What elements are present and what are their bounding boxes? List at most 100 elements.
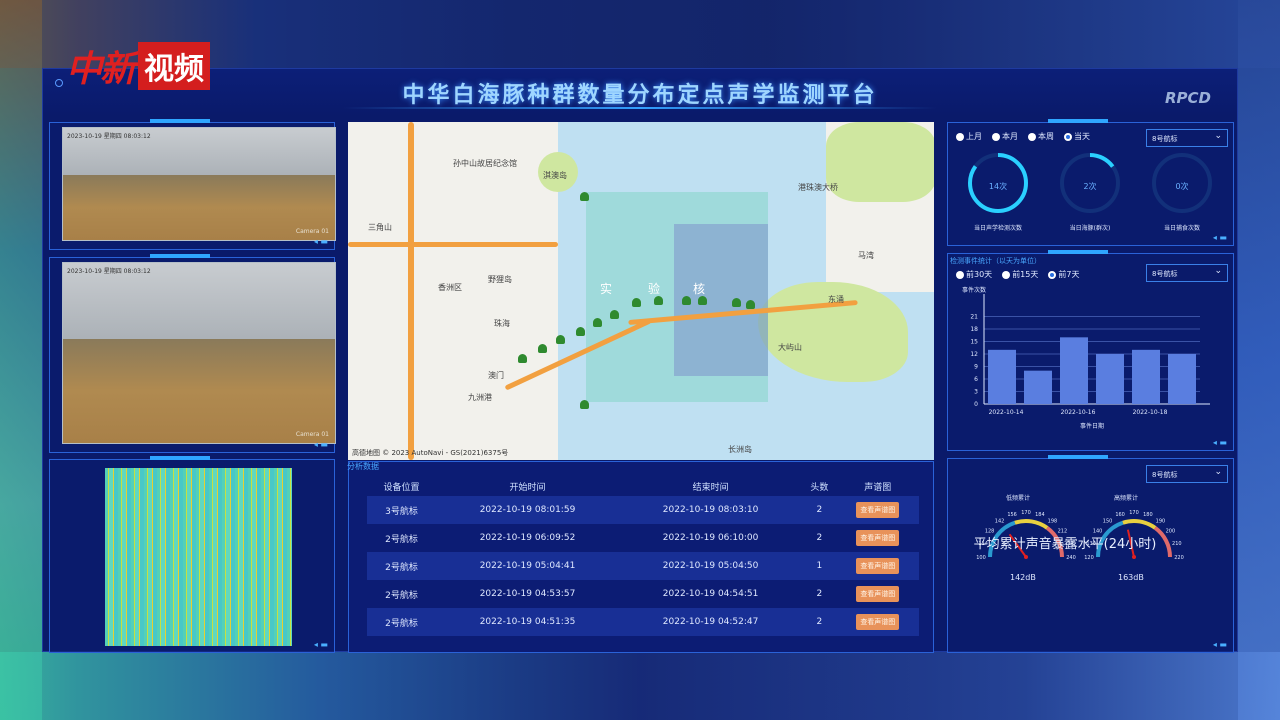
radio-15-days[interactable]: 前15天 bbox=[1002, 269, 1038, 280]
table-cell: 2 bbox=[802, 608, 837, 636]
hydrophone-marker[interactable] bbox=[580, 192, 589, 201]
map-zone-label: 核 bbox=[693, 282, 706, 296]
bar[interactable] bbox=[1060, 337, 1088, 404]
column-header: 声谱图 bbox=[864, 482, 892, 493]
events-table-panel: 分析数据 设备位置 开始时间 结束时间 头数 声谱图 3号航标 2022-10-… bbox=[347, 461, 934, 653]
panel-tab bbox=[150, 456, 210, 460]
radio-today[interactable]: 当天 bbox=[1064, 131, 1090, 142]
map-label: 淇澳岛 bbox=[543, 171, 567, 180]
camera-caption: 2023-10-19 星期四 08:03:12 bbox=[67, 268, 151, 275]
radio-this-month[interactable]: 本月 bbox=[992, 131, 1018, 142]
panel-tab bbox=[150, 254, 210, 258]
panel-tab bbox=[1048, 250, 1108, 254]
hydrophone-marker[interactable] bbox=[593, 318, 602, 327]
dashboard-screen: 中华白海豚种群数量分布定点声学监测平台 RPCD 2023-10-19 星期四 … bbox=[42, 68, 1238, 653]
hydrophone-marker[interactable] bbox=[576, 327, 585, 336]
view-spectrogram-button[interactable]: 查看声谱图 bbox=[856, 558, 900, 574]
range-radio-group: 前30天 前15天 前7天 bbox=[956, 269, 1079, 280]
hydrophone-marker[interactable] bbox=[518, 354, 527, 363]
events-bar-chart: 事件次数 0 3 6 9 12 15 18 21 2022-10-14 2022-10-16 2022… bbox=[962, 286, 1210, 430]
hydrophone-marker[interactable] bbox=[538, 344, 547, 353]
radio-circle-icon bbox=[956, 270, 964, 279]
ring-label: 当日声学检测次数 bbox=[973, 225, 1022, 232]
table-row: 2号航标 2022-10-19 04:53:57 2022-10-19 04:5… bbox=[367, 580, 919, 608]
y-tick-label: 21 bbox=[970, 314, 978, 321]
hydrophone-marker[interactable] bbox=[654, 296, 663, 305]
gauge-value: 142dB bbox=[1010, 573, 1036, 582]
hydrophone-marker[interactable] bbox=[732, 298, 741, 307]
gauge-value: 163dB bbox=[1118, 573, 1144, 582]
camera-feed-1[interactable]: 2023-10-19 星期四 08:03:12 Camera 01 bbox=[62, 127, 336, 241]
y-tick-label: 9 bbox=[974, 364, 978, 371]
map-road bbox=[408, 122, 414, 460]
table-cell: 2号航标 bbox=[367, 608, 436, 636]
view-spectrogram-button[interactable]: 查看声谱图 bbox=[856, 614, 900, 630]
x-tick-label: 2022-10-18 bbox=[1133, 409, 1168, 416]
logo-red-text: 中新 bbox=[66, 49, 136, 90]
view-spectrogram-button[interactable]: 查看声谱图 bbox=[856, 502, 900, 518]
ring-value: 0次 bbox=[1175, 182, 1189, 191]
panel-tab bbox=[150, 119, 210, 123]
bar[interactable] bbox=[988, 349, 1016, 404]
gauge-arc bbox=[1122, 519, 1157, 530]
radio-last-month[interactable]: 上月 bbox=[956, 131, 982, 142]
hydrophone-marker[interactable] bbox=[632, 298, 641, 307]
radio-circle-icon bbox=[956, 132, 964, 141]
map-credit: 高德地图 © 2023 AutoNavi - GS(2021)6375号 bbox=[352, 449, 509, 457]
camera-feed-2[interactable]: 2023-10-19 星期四 08:03:12 Camera 01 bbox=[62, 262, 336, 444]
hydrophone-marker[interactable] bbox=[682, 296, 691, 305]
map-green-area bbox=[826, 122, 934, 202]
table-cell: 2022-10-19 04:54:51 bbox=[662, 589, 759, 599]
map-label: 珠海 bbox=[494, 319, 510, 328]
hydrophone-marker[interactable] bbox=[556, 335, 565, 344]
gauge-tick-label: 160 bbox=[1115, 512, 1125, 518]
events-table: 设备位置 开始时间 结束时间 头数 声谱图 3号航标 2022-10-19 08… bbox=[367, 476, 919, 636]
gauge-tick-label: 142 bbox=[995, 519, 1005, 525]
panel-footer-icon: ◂ ▬ bbox=[313, 640, 328, 649]
background-blur-right bbox=[1238, 0, 1280, 720]
column-header: 设备位置 bbox=[383, 482, 420, 493]
table-row: 3号航标 2022-10-19 08:01:59 2022-10-19 08:0… bbox=[367, 496, 919, 524]
view-spectrogram-button[interactable]: 查看声谱图 bbox=[856, 530, 900, 546]
device-select[interactable]: 8号航标 bbox=[1146, 129, 1228, 147]
table-cell: 3号航标 bbox=[367, 496, 436, 524]
period-radio-group: 上月 本月 本周 当天 bbox=[956, 131, 1090, 142]
logo-box-text: 视频 bbox=[138, 42, 211, 90]
spectrogram-image[interactable] bbox=[105, 468, 292, 646]
hydrophone-marker[interactable] bbox=[746, 300, 755, 309]
gauges-panel: 8号航标 低频累计 高频累计 1001141281421561701841982… bbox=[947, 455, 1234, 653]
hydrophone-marker[interactable] bbox=[580, 400, 589, 409]
hydrophone-marker[interactable] bbox=[610, 310, 619, 319]
panel-footer-icon: ◂ ▬ bbox=[1212, 640, 1227, 649]
gauge-tick-label: 170 bbox=[1021, 510, 1031, 516]
bar[interactable] bbox=[1132, 349, 1160, 404]
map-label: 马湾 bbox=[858, 251, 874, 260]
gauge-hub bbox=[1024, 555, 1028, 559]
gauge-arc bbox=[1014, 519, 1049, 530]
radio-30-days[interactable]: 前30天 bbox=[956, 269, 992, 280]
radio-7-days[interactable]: 前7天 bbox=[1048, 269, 1079, 280]
bar[interactable] bbox=[1096, 354, 1124, 404]
table-row: 2号航标 2022-10-19 04:51:35 2022-10-19 04:5… bbox=[367, 608, 919, 636]
events-chart-panel: 检测事件统计（以天为单位） 前30天 前15天 前7天 8号航标 事件次数 0 3 6… bbox=[947, 250, 1234, 451]
view-spectrogram-button[interactable]: 查看声谱图 bbox=[856, 586, 900, 602]
device-select[interactable]: 8号航标 bbox=[1146, 264, 1228, 282]
map-view[interactable]: 孙中山故居纪念馆 淇澳岛 珠海 野狸岛 香洲区 澳门 大屿山 长洲岛 九洲港 实… bbox=[348, 122, 934, 460]
y-tick-label: 6 bbox=[974, 376, 978, 383]
map-label: 野狸岛 bbox=[488, 275, 512, 284]
y-tick-label: 15 bbox=[970, 339, 978, 346]
map-label: 澳门 bbox=[488, 371, 504, 380]
bar[interactable] bbox=[1168, 354, 1196, 404]
table-cell: 2022-10-19 06:09:52 bbox=[479, 533, 576, 543]
bar[interactable] bbox=[1024, 370, 1052, 404]
x-tick-label: 2022-10-14 bbox=[989, 409, 1024, 416]
map-label: 东涌 bbox=[828, 295, 844, 304]
map-zone-label: 验 bbox=[648, 282, 661, 296]
camera-watermark: Camera 01 bbox=[295, 431, 329, 438]
hydrophone-marker[interactable] bbox=[698, 296, 707, 305]
panel-footer-icon: ◂ ▬ bbox=[1212, 233, 1227, 242]
table-row: 2号航标 2022-10-19 05:04:41 2022-10-19 05:0… bbox=[367, 552, 919, 580]
column-header: 开始时间 bbox=[509, 482, 546, 493]
radio-this-week[interactable]: 本周 bbox=[1028, 131, 1054, 142]
device-select[interactable]: 8号航标 bbox=[1146, 465, 1228, 483]
